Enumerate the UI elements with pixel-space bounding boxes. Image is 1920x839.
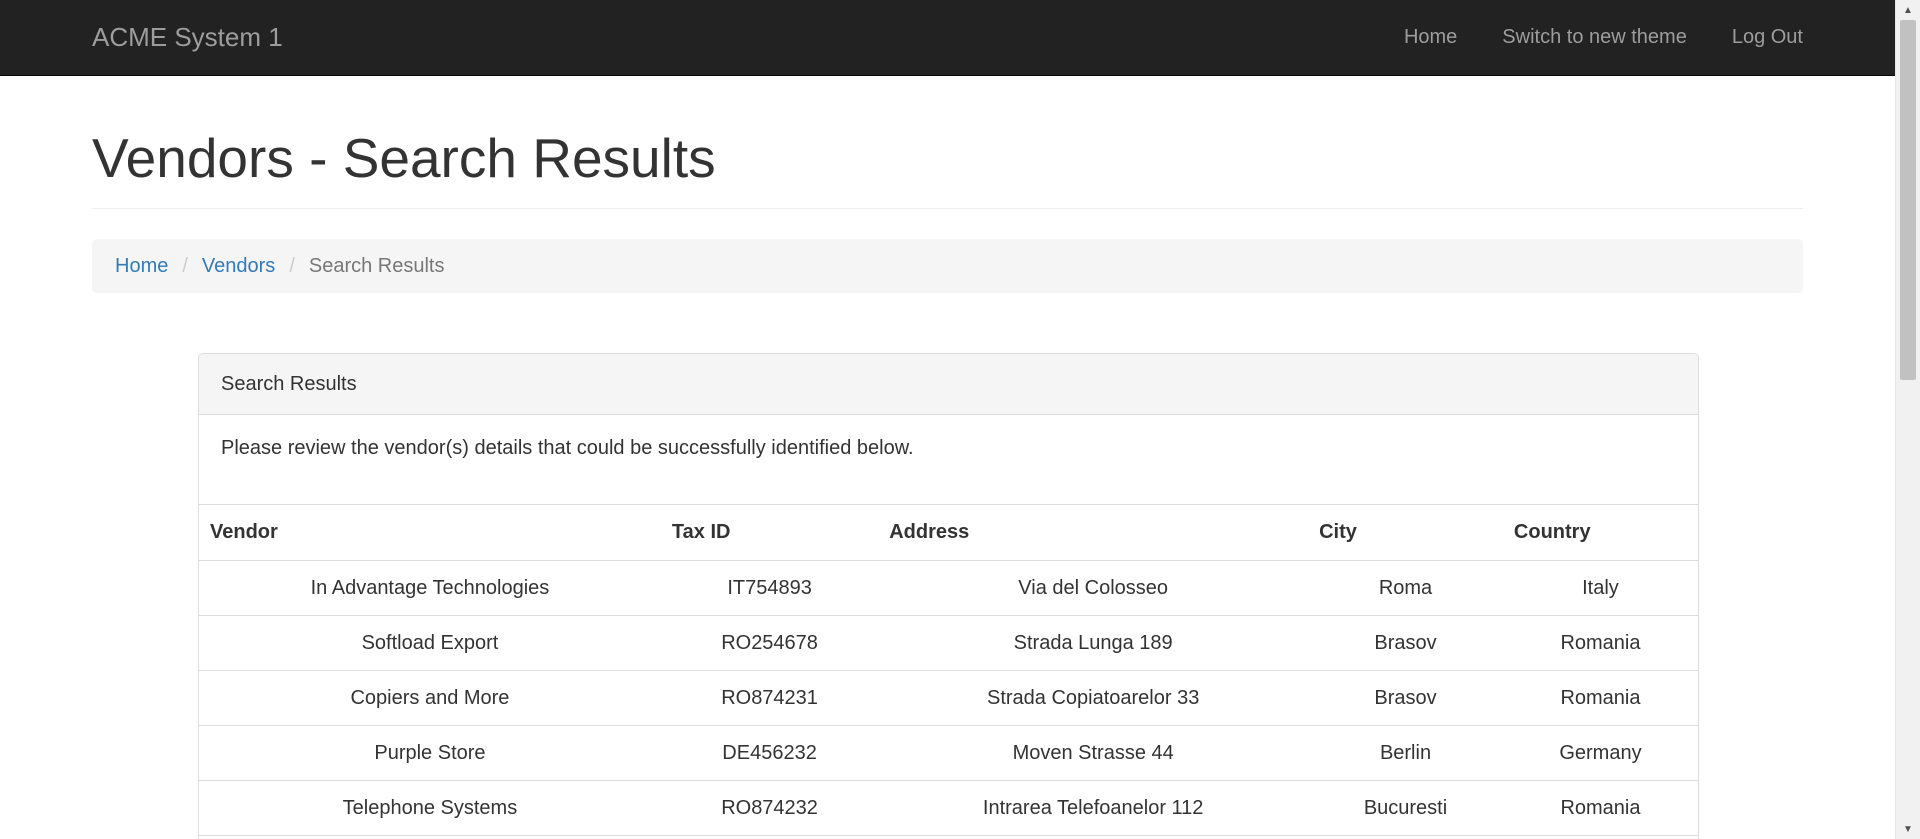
search-results-panel: Search Results Please review the vendor(… bbox=[198, 353, 1699, 839]
cell-tax-id: IT754893 bbox=[660, 560, 879, 616]
brand-link[interactable]: ACME System 1 bbox=[92, 0, 283, 75]
column-header-country: Country bbox=[1502, 505, 1698, 561]
cell-vendor: Purple Store bbox=[199, 725, 661, 781]
browser-viewport: ACME System 1 Home Switch to new theme L… bbox=[0, 0, 1920, 839]
table-header-row: Vendor Tax ID Address City Country bbox=[199, 505, 1698, 561]
cell-city: Bucuresti bbox=[1308, 780, 1503, 836]
results-table: Vendor Tax ID Address City Country In Ad… bbox=[199, 505, 1698, 836]
nav-switch-theme-link[interactable]: Switch to new theme bbox=[1502, 26, 1687, 49]
panel-heading: Search Results bbox=[199, 354, 1698, 415]
column-header-tax-id: Tax ID bbox=[660, 505, 879, 561]
breadcrumb-home-link[interactable]: Home bbox=[115, 255, 168, 278]
nav-links: Home Switch to new theme Log Out bbox=[1359, 0, 1803, 75]
cell-city: Roma bbox=[1308, 560, 1503, 616]
cell-country: Germany bbox=[1502, 725, 1698, 781]
cell-city: Brasov bbox=[1308, 670, 1503, 726]
page-title: Vendors - Search Results bbox=[92, 127, 716, 189]
table-row: Purple Store DE456232 Moven Strasse 44 B… bbox=[199, 725, 1698, 781]
breadcrumb-separator: / bbox=[182, 254, 188, 277]
column-header-address: Address bbox=[878, 505, 1309, 561]
cell-city: Brasov bbox=[1308, 615, 1503, 671]
table-row: Telephone Systems RO874232 Intrarea Tele… bbox=[199, 780, 1698, 836]
cell-country: Romania bbox=[1502, 670, 1698, 726]
table-row: In Advantage Technologies IT754893 Via d… bbox=[199, 560, 1698, 616]
cell-address: Moven Strasse 44 bbox=[878, 725, 1309, 781]
triangle-down-icon[interactable]: ▼ bbox=[1896, 819, 1920, 839]
cell-vendor: Softload Export bbox=[199, 615, 661, 671]
breadcrumb: Home / Vendors / Search Results bbox=[92, 239, 1803, 293]
triangle-up-icon[interactable]: ▲ bbox=[1896, 0, 1920, 20]
top-navbar: ACME System 1 Home Switch to new theme L… bbox=[0, 0, 1895, 76]
breadcrumb-vendors-link[interactable]: Vendors bbox=[202, 255, 275, 278]
column-header-city: City bbox=[1308, 505, 1503, 561]
title-divider bbox=[92, 208, 1803, 209]
cell-country: Romania bbox=[1502, 780, 1698, 836]
cell-tax-id: RO874232 bbox=[660, 780, 879, 836]
cell-vendor: Copiers and More bbox=[199, 670, 661, 726]
cell-address: Via del Colosseo bbox=[878, 560, 1309, 616]
cell-country: Romania bbox=[1502, 615, 1698, 671]
nav-logout-link[interactable]: Log Out bbox=[1732, 26, 1803, 49]
cell-city: Berlin bbox=[1308, 725, 1503, 781]
nav-home-link[interactable]: Home bbox=[1404, 26, 1457, 49]
cell-address: Strada Lunga 189 bbox=[878, 615, 1309, 671]
breadcrumb-separator: / bbox=[289, 254, 295, 277]
breadcrumb-current: Search Results bbox=[308, 254, 445, 277]
vertical-scrollbar[interactable]: ▲ ▼ bbox=[1895, 0, 1920, 839]
cell-address: Intrarea Telefoanelor 112 bbox=[878, 780, 1309, 836]
table-row: Softload Export RO254678 Strada Lunga 18… bbox=[199, 615, 1698, 671]
scrollbar-thumb[interactable] bbox=[1900, 20, 1916, 380]
cell-vendor: In Advantage Technologies bbox=[199, 560, 661, 616]
column-header-vendor: Vendor bbox=[199, 505, 661, 561]
cell-tax-id: DE456232 bbox=[660, 725, 879, 781]
cell-vendor: Telephone Systems bbox=[199, 780, 661, 836]
cell-tax-id: RO254678 bbox=[660, 615, 879, 671]
panel-message: Please review the vendor(s) details that… bbox=[199, 415, 1698, 505]
cell-tax-id: RO874231 bbox=[660, 670, 879, 726]
cell-country: Italy bbox=[1502, 560, 1698, 616]
cell-address: Strada Copiatoarelor 33 bbox=[878, 670, 1309, 726]
table-row: Copiers and More RO874231 Strada Copiato… bbox=[199, 670, 1698, 726]
